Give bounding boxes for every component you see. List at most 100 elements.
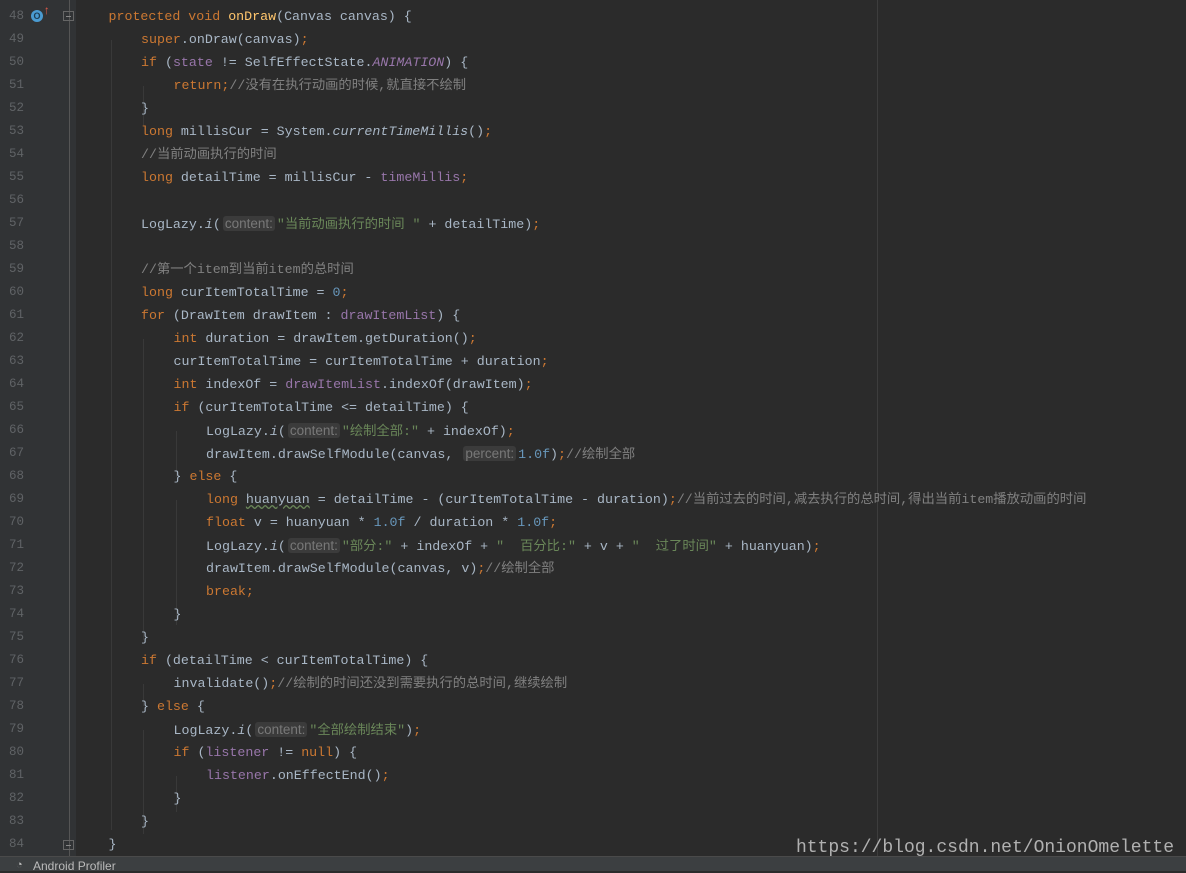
code-line[interactable]: 80 if (listener != null) { (0, 741, 1186, 764)
code-content: } else { (141, 695, 205, 718)
code-text: () (468, 124, 485, 139)
code-line[interactable]: 58 (0, 235, 1186, 258)
code-content: long huanyuan = detailTime - (curItemTot… (206, 488, 1086, 511)
code-text: drawItem.drawSelfModule(canvas, (206, 447, 462, 462)
code-line[interactable]: 83} (0, 810, 1186, 833)
code-text: curItemTotalTime = (180, 285, 333, 300)
code-line[interactable]: 76 if (detailTime < curItemTotalTime) { (0, 649, 1186, 672)
code-line[interactable]: 57 LogLazy.i(content: "当前动画执行的时间 " + detai… (0, 212, 1186, 235)
code-line[interactable]: 59 //第一个item到当前item的总时间 (0, 258, 1186, 281)
code-text: LogLazy. (173, 723, 238, 738)
line-number: 63 (8, 354, 24, 368)
code-text: ( (212, 217, 221, 232)
code-line[interactable]: 60 long curItemTotalTime = 0; (0, 281, 1186, 304)
static-method: currentTimeMillis (332, 124, 469, 139)
code-line[interactable]: 49 super.onDraw(canvas); (0, 28, 1186, 51)
code-content: long detailTime = millisCur - timeMillis… (141, 166, 468, 189)
code-line[interactable]: 71 LogLazy.i(content: "部分:" + indexOf + " … (0, 534, 1186, 557)
code-text: + indexOf + (392, 539, 497, 554)
code-content: int indexOf = drawItemList.indexOf(drawI… (174, 373, 533, 396)
code-line[interactable]: 75} (0, 626, 1186, 649)
code-line[interactable]: 70 float v = huanyuan * 1.0f / duration *… (0, 511, 1186, 534)
field: drawItemList (340, 308, 437, 323)
code-line[interactable]: 74} (0, 603, 1186, 626)
line-number: 81 (8, 768, 24, 782)
keyword: int (173, 331, 206, 346)
code-content: if (state != SelfEffectState.ANIMATION) … (141, 51, 468, 74)
line-number: 79 (8, 722, 24, 736)
code-line[interactable]: 67 drawItem.drawSelfModule(canvas, percen… (0, 442, 1186, 465)
code-text: ( (277, 539, 286, 554)
code-text: } (141, 699, 157, 714)
keyword: long (141, 285, 181, 300)
field: drawItemList (285, 377, 381, 392)
code-content: } (141, 97, 149, 120)
keyword: float (206, 515, 254, 530)
code-line[interactable]: 61 for (DrawItem drawItem : drawItemList)… (0, 304, 1186, 327)
code-line[interactable]: 82} (0, 787, 1186, 810)
code-content: LogLazy.i(content: "部分:" + indexOf + " 百分… (206, 534, 821, 558)
line-number: 67 (8, 446, 24, 460)
code-line[interactable]: 73 break; (0, 580, 1186, 603)
keyword: ; (413, 723, 422, 738)
code-text: .onDraw(canvas) (180, 32, 301, 47)
code-line[interactable]: 65 if (curItemTotalTime <= detailTime) { (0, 396, 1186, 419)
code-line[interactable]: 51 return;//没有在执行动画的时候,就直接不绘制 (0, 74, 1186, 97)
comment: //当前过去的时间,减去执行的总时间,得出当前item播放动画的时间 (676, 492, 1087, 507)
keyword: ; (558, 447, 567, 462)
code-line[interactable]: 63 curItemTotalTime = curItemTotalTime + … (0, 350, 1186, 373)
code-line[interactable]: 66 LogLazy.i(content: "绘制全部:" + indexOf); (0, 419, 1186, 442)
line-number: 54 (8, 147, 24, 161)
keyword: ; (506, 424, 515, 439)
keyword: ; (668, 492, 677, 507)
code-text: = detailTime - (curItemTotalTime - durat… (309, 492, 669, 507)
code-line[interactable]: 77 invalidate();//绘制的时间还没到需要执行的总时间,继续绘制 (0, 672, 1186, 695)
code-line[interactable]: 72 drawItem.drawSelfModule(canvas, v);//绘… (0, 557, 1186, 580)
code-content: invalidate();//绘制的时间还没到需要执行的总时间,继续绘制 (174, 672, 568, 695)
keyword: ; (468, 331, 477, 346)
comment: //没有在执行动画的时候,就直接不绘制 (229, 78, 467, 93)
code-text: } (141, 101, 149, 116)
code-line[interactable]: 48 protected void onDraw(Canvas canvas) { (0, 5, 1186, 28)
code-line[interactable]: 69 long huanyuan = detailTime - (curItemT… (0, 488, 1186, 511)
code-line[interactable]: 78} else { (0, 695, 1186, 718)
code-line[interactable]: 79 LogLazy.i(content: "全部绘制结束"); (0, 718, 1186, 741)
keyword: int (173, 377, 206, 392)
code-line[interactable]: 55 long detailTime = millisCur - timeMill… (0, 166, 1186, 189)
code-text: ( (164, 55, 173, 70)
line-number: 62 (8, 331, 24, 345)
code-line[interactable]: 52} (0, 97, 1186, 120)
code-text: (detailTime < curItemTotalTime) { (164, 653, 429, 668)
line-number: 80 (8, 745, 24, 759)
code-line[interactable]: 53 long millisCur = System.currentTimeMil… (0, 120, 1186, 143)
code-line[interactable]: 68} else { (0, 465, 1186, 488)
code-line[interactable]: 64 int indexOf = drawItemList.indexOf(dra… (0, 373, 1186, 396)
code-text: { (229, 469, 238, 484)
code-text: } (173, 791, 182, 806)
parameter-hint: content: (287, 538, 340, 553)
code-line[interactable]: 62 int duration = drawItem.getDuration(); (0, 327, 1186, 350)
keyword: ; (540, 354, 549, 369)
code-line[interactable]: 81 listener.onEffectEnd(); (0, 764, 1186, 787)
keyword: super (141, 32, 181, 47)
line-number: 55 (8, 170, 24, 184)
code-line[interactable]: 50 if (state != SelfEffectState.ANIMATION… (0, 51, 1186, 74)
comment: //绘制全部 (566, 447, 636, 462)
code-text: } (173, 469, 190, 484)
field: timeMillis (380, 170, 461, 185)
code-line[interactable]: 56 (0, 189, 1186, 212)
code-text: } (173, 607, 182, 622)
keyword: null (301, 745, 334, 760)
code-content: int duration = drawItem.getDuration(); (174, 327, 477, 350)
code-content: LogLazy.i(content: "全部绘制结束"); (173, 718, 422, 742)
code-text: { (196, 699, 205, 714)
keyword: return (173, 78, 222, 93)
keyword: ; (300, 32, 309, 47)
keyword: ; (484, 124, 493, 139)
line-number: 48 (8, 9, 24, 23)
code-line[interactable]: 54 //当前动画执行的时间 (0, 143, 1186, 166)
line-number: 83 (8, 814, 24, 828)
field: state (172, 55, 213, 70)
android-profiler-tab[interactable]: Android Profiler (33, 859, 116, 873)
keyword: ; (381, 768, 390, 783)
